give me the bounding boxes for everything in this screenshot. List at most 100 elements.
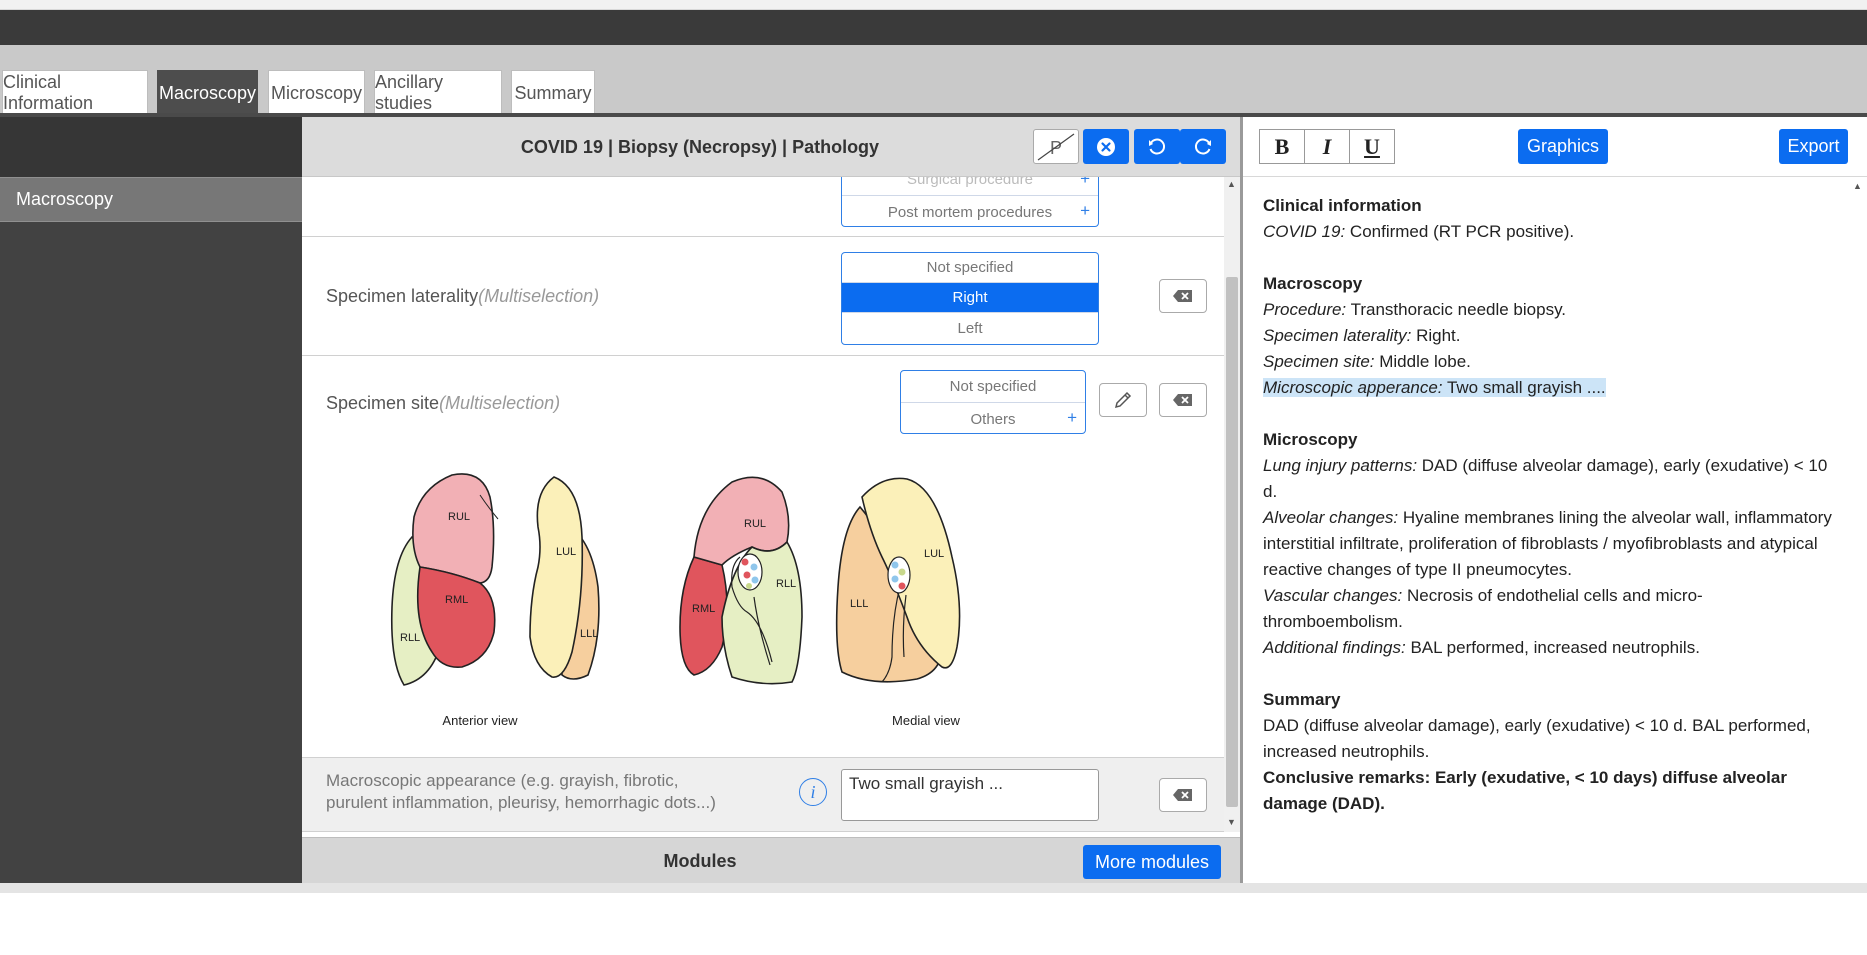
appearance-clear-button[interactable] <box>1159 778 1207 812</box>
form-toolbar: COVID 19 | Biopsy (Necropsy) | Pathology… <box>302 117 1240 177</box>
report-scrollbar[interactable]: ▲ <box>1849 181 1865 881</box>
sidebar-item-macroscopy[interactable]: Macroscopy <box>0 177 302 222</box>
svg-text:RLL: RLL <box>400 632 420 644</box>
tab-macroscopy[interactable]: Macroscopy <box>157 70 258 115</box>
report-scroll-up-arrow[interactable]: ▲ <box>1853 181 1862 191</box>
svg-text:RML: RML <box>692 603 715 615</box>
modules-label: Modules <box>663 850 737 871</box>
svg-text:Anterior view: Anterior view <box>442 713 518 728</box>
option-surgical-procedure[interactable]: Surgical procedure + <box>842 177 1098 196</box>
italic-button[interactable]: I <box>1304 129 1350 164</box>
rul-anterior[interactable] <box>412 473 495 584</box>
site-edit-button[interactable] <box>1099 383 1147 417</box>
browser-top-strip <box>0 0 1867 10</box>
underline-button[interactable]: U <box>1349 129 1395 164</box>
rll-medial[interactable] <box>721 540 803 685</box>
report-text[interactable]: Clinical information COVID 19: Confirmed… <box>1263 193 1833 817</box>
report-line-laterality: Specimen laterality: Right. <box>1263 326 1461 345</box>
procedure-options: Surgical procedure + Post mortem procedur… <box>841 177 1099 227</box>
close-circle-icon <box>1097 137 1115 156</box>
tab-summary[interactable]: Summary <box>511 70 595 115</box>
lung-diagram: RUL RML RLL LUL LLL Anterior view RUL RM… <box>390 473 961 728</box>
specimen-site-row: Specimen site(Multiselection) Not specif… <box>302 357 1224 757</box>
report-heading-summary: Summary <box>1263 690 1341 709</box>
graphics-button[interactable]: Graphics <box>1518 129 1608 164</box>
laterality-options: Not specified Right Left <box>841 252 1099 345</box>
report-toolbar: B I U Graphics Export <box>1243 117 1867 177</box>
report-line-procedure: Procedure: Transthoracic needle biopsy. <box>1263 300 1567 319</box>
svg-text:P: P <box>1050 138 1062 158</box>
app-top-bar <box>0 10 1867 45</box>
no-p-button[interactable]: P <box>1033 129 1079 164</box>
medial-right-lung: RUL RML RLL <box>679 476 803 685</box>
report-heading-clinical: Clinical information <box>1263 196 1422 215</box>
rml-medial[interactable] <box>679 556 728 676</box>
report-line-covid: COVID 19: Confirmed (RT PCR positive). <box>1263 222 1575 241</box>
main-tab-bar: Clinical Information Macroscopy Microsco… <box>0 45 1867 115</box>
plus-icon: + <box>1080 201 1090 220</box>
pencil-icon <box>1114 391 1132 409</box>
appearance-row: Macroscopic appearance (e.g. grayish, fi… <box>302 757 1224 832</box>
procedure-row: Surgical procedure + Post mortem procedur… <box>302 177 1224 237</box>
svg-text:RUL: RUL <box>744 518 766 530</box>
report-summary-text: DAD (diffuse alveolar damage), early (ex… <box>1263 716 1811 761</box>
undo-button[interactable] <box>1134 129 1180 164</box>
svg-text:RML: RML <box>445 594 468 606</box>
svg-text:LUL: LUL <box>556 546 576 558</box>
specimen-site-label: Specimen site(Multiselection) <box>326 393 561 413</box>
report-line-alveolar: Alveolar changes: Hyaline membranes lini… <box>1263 508 1832 579</box>
option-not-specified[interactable]: Not specified <box>842 253 1098 283</box>
laterality-label: Specimen laterality(Multiselection) <box>326 286 600 306</box>
tab-clinical-information[interactable]: Clinical Information <box>2 70 148 115</box>
svg-text:LLL: LLL <box>580 628 598 640</box>
form-scrollbar[interactable]: ▲ ▼ <box>1224 177 1240 832</box>
option-right[interactable]: Right <box>842 283 1098 313</box>
svg-text:LUL: LUL <box>924 548 944 560</box>
report-line-lung-injury: Lung injury patterns: DAD (diffuse alveo… <box>1263 456 1828 501</box>
svg-text:RLL: RLL <box>776 578 796 590</box>
form-panel: COVID 19 | Biopsy (Necropsy) | Pathology… <box>302 117 1240 883</box>
bottom-strip <box>0 883 1867 893</box>
tab-ancillary-studies[interactable]: Ancillary studies <box>374 70 502 115</box>
option-left[interactable]: Left <box>842 313 1098 343</box>
scrollbar-thumb[interactable] <box>1226 277 1238 807</box>
redo-icon <box>1194 138 1211 155</box>
sidebar-header <box>0 117 302 177</box>
svg-text:Medial view: Medial view <box>892 713 961 728</box>
svg-text:RUL: RUL <box>448 511 470 523</box>
scroll-down-arrow[interactable]: ▼ <box>1227 817 1236 827</box>
report-panel: B I U Graphics Export Clinical informati… <box>1240 117 1867 883</box>
appearance-label: Macroscopic appearance (e.g. grayish, fi… <box>326 771 716 812</box>
report-line-vascular: Vascular changes: Necrosis of endothelia… <box>1263 586 1703 631</box>
report-line-appearance: Microscopic apperance: Two small grayish… <box>1263 378 1606 397</box>
appearance-input[interactable]: Two small grayish ... <box>841 769 1099 821</box>
sidebar: Macroscopy <box>0 117 302 883</box>
backspace-icon <box>1173 789 1192 801</box>
redo-button[interactable] <box>1180 129 1226 164</box>
tab-microscopy[interactable]: Microscopy <box>268 70 365 115</box>
report-heading-microscopy: Microscopy <box>1263 430 1358 449</box>
report-heading-macroscopy: Macroscopy <box>1263 274 1363 293</box>
no-p-icon: P <box>1037 133 1075 160</box>
scroll-up-arrow[interactable]: ▲ <box>1227 179 1236 189</box>
option-site-others[interactable]: Others + <box>901 403 1085 433</box>
more-modules-button[interactable]: More modules <box>1083 845 1221 879</box>
anterior-left-lung: LUL LLL <box>529 476 600 680</box>
anterior-right-lung: RUL RML RLL <box>390 473 499 686</box>
backspace-icon <box>1173 290 1192 302</box>
export-button[interactable]: Export <box>1779 129 1848 164</box>
report-conclusive-remarks: Conclusive remarks: Early (exudative, < … <box>1263 768 1787 813</box>
site-clear-button[interactable] <box>1159 383 1207 417</box>
clear-button[interactable] <box>1083 129 1129 164</box>
plus-icon: + <box>1067 408 1077 427</box>
form-title: COVID 19 | Biopsy (Necropsy) | Pathology <box>520 136 880 157</box>
undo-icon <box>1149 138 1166 155</box>
info-icon[interactable]: i <box>799 778 827 806</box>
option-post-mortem-procedures[interactable]: Post mortem procedures + <box>842 196 1098 226</box>
bold-button[interactable]: B <box>1259 129 1305 164</box>
report-line-site: Specimen site: Middle lobe. <box>1263 352 1471 371</box>
backspace-icon <box>1173 394 1192 406</box>
svg-text:LLL: LLL <box>850 598 868 610</box>
option-site-not-specified[interactable]: Not specified <box>901 371 1085 403</box>
laterality-clear-button[interactable] <box>1159 279 1207 313</box>
